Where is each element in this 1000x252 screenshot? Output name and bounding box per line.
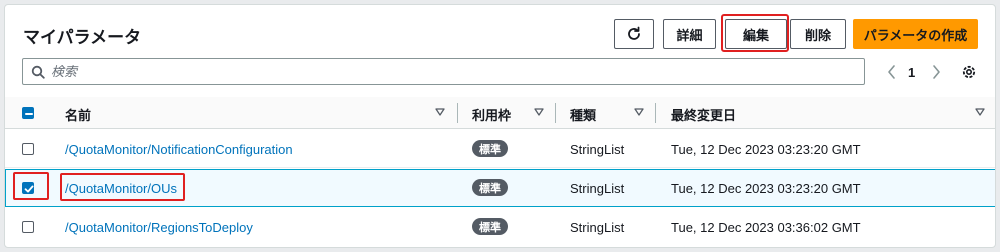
table-row[interactable]: /QuotaMonitor/RegionsToDeploy 標準 StringL…: [5, 208, 995, 246]
details-button[interactable]: 詳細: [663, 19, 716, 49]
edit-button[interactable]: 編集: [725, 19, 787, 49]
create-parameter-button[interactable]: パラメータの作成: [853, 19, 978, 49]
parameter-name-link[interactable]: /QuotaMonitor/NotificationConfiguration: [65, 142, 293, 157]
page-title: マイパラメータ: [23, 28, 142, 47]
chevron-right-icon[interactable]: [929, 63, 943, 81]
table-row[interactable]: /QuotaMonitor/NotificationConfiguration …: [5, 130, 995, 168]
tier-badge: 標準: [472, 179, 508, 196]
search-input[interactable]: [51, 59, 864, 84]
table-header: 名前 利用枠 種類 最終変更日: [5, 97, 995, 129]
last-modified-date: Tue, 12 Dec 2023 03:23:20 GMT: [671, 181, 861, 196]
sort-down-icon[interactable]: [534, 107, 544, 117]
column-header-type[interactable]: 種類: [570, 105, 596, 124]
chevron-left-icon[interactable]: [885, 63, 899, 81]
table-row[interactable]: /QuotaMonitor/OUs 標準 StringList Tue, 12 …: [5, 169, 995, 207]
checkmark-icon: [24, 185, 34, 193]
tier-badge: 標準: [472, 218, 508, 235]
last-modified-date: Tue, 12 Dec 2023 03:23:20 GMT: [671, 142, 861, 157]
parameter-name-link[interactable]: /QuotaMonitor/OUs: [65, 181, 177, 196]
row-checkbox[interactable]: [22, 221, 34, 233]
row-checkbox[interactable]: [22, 182, 34, 194]
column-header-name[interactable]: 名前: [65, 105, 91, 124]
parameter-type: StringList: [570, 220, 625, 235]
sort-down-icon[interactable]: [975, 107, 985, 117]
delete-button[interactable]: 削除: [790, 19, 846, 49]
parameter-name-link[interactable]: /QuotaMonitor/RegionsToDeploy: [65, 220, 253, 235]
search-icon: [31, 65, 45, 79]
sort-down-icon[interactable]: [435, 107, 445, 117]
column-header-last-modified[interactable]: 最終変更日: [671, 105, 736, 124]
row-checkbox[interactable]: [22, 143, 34, 155]
current-page-number[interactable]: 1: [908, 65, 915, 80]
parameters-panel: マイパラメータ 詳細 編集 削除 パラメータの作成 1 名前: [4, 4, 996, 248]
column-divider[interactable]: [555, 103, 556, 123]
parameter-type: StringList: [570, 142, 625, 157]
minus-icon: [25, 113, 33, 115]
refresh-icon: [628, 26, 640, 40]
column-header-tier[interactable]: 利用枠: [472, 105, 511, 124]
last-modified-date: Tue, 12 Dec 2023 03:36:02 GMT: [671, 220, 861, 235]
column-divider[interactable]: [457, 103, 458, 123]
refresh-button[interactable]: [614, 19, 654, 49]
search-field: [22, 58, 865, 85]
column-divider[interactable]: [655, 103, 656, 123]
sort-down-icon[interactable]: [634, 107, 644, 117]
tier-badge: 標準: [472, 140, 508, 157]
select-all-checkbox[interactable]: [22, 107, 34, 119]
gear-icon[interactable]: [960, 63, 978, 81]
parameter-type: StringList: [570, 181, 625, 196]
